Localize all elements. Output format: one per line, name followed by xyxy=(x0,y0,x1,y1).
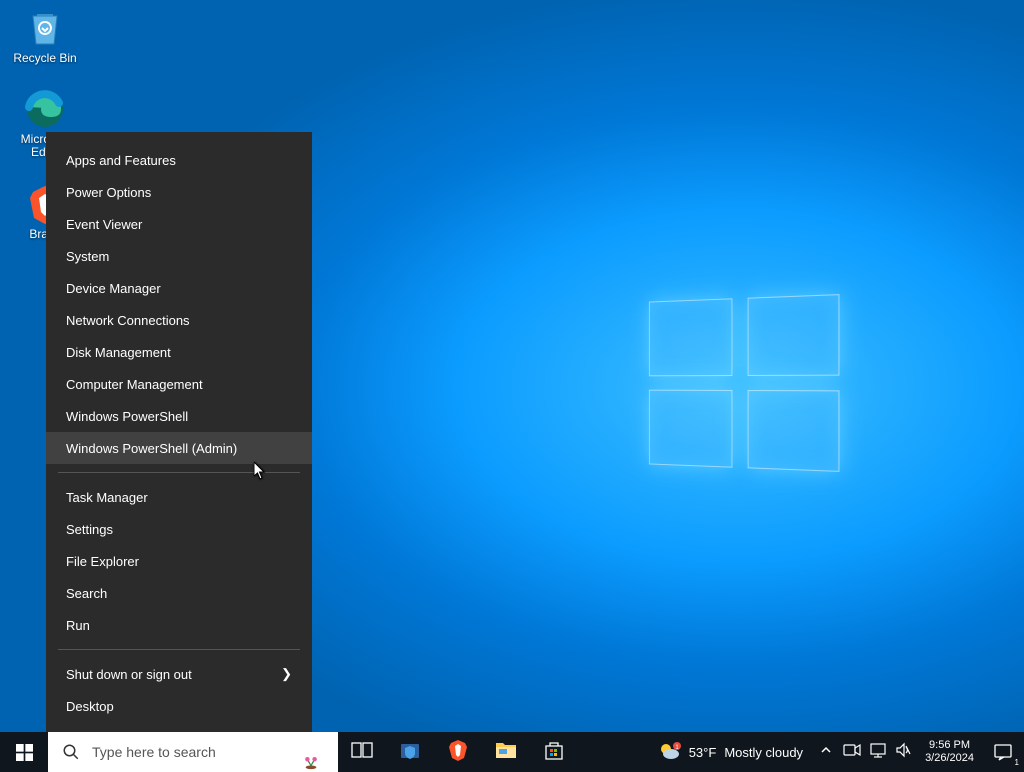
taskbar-search[interactable]: Type here to search xyxy=(48,732,338,772)
winx-item[interactable]: Event Viewer xyxy=(46,208,312,240)
clock-date: 3/26/2024 xyxy=(925,752,974,765)
file-explorer-button[interactable] xyxy=(482,732,530,772)
winx-item[interactable]: Disk Management xyxy=(46,336,312,368)
action-center-button[interactable]: 1 xyxy=(982,732,1024,772)
winx-item[interactable]: Network Connections xyxy=(46,304,312,336)
decorative-plant-icon xyxy=(302,752,320,770)
weather-cloudy-icon: 1 xyxy=(657,740,681,764)
chevron-right-icon: ❯ xyxy=(281,666,292,682)
cursor-icon xyxy=(254,462,268,485)
windows-logo-wallpaper xyxy=(649,294,840,472)
task-view-button[interactable] xyxy=(338,732,386,772)
winx-item[interactable]: Task Manager xyxy=(46,481,312,513)
search-icon xyxy=(62,743,80,761)
weather-temp: 53°F xyxy=(689,745,717,760)
chevron-up-icon xyxy=(820,743,832,761)
volume-icon xyxy=(895,741,913,764)
winx-item-label: Task Manager xyxy=(66,490,148,505)
taskbar-clock[interactable]: 9:56 PM 3/26/2024 xyxy=(917,739,982,765)
winx-item-label: Run xyxy=(66,618,90,633)
winx-item[interactable]: Settings xyxy=(46,513,312,545)
weather-text: Mostly cloudy xyxy=(724,745,803,760)
search-placeholder: Type here to search xyxy=(92,744,216,760)
meet-now-button[interactable] xyxy=(841,732,863,772)
brave-taskbar-button[interactable] xyxy=(434,732,482,772)
winx-item-label: Windows PowerShell (Admin) xyxy=(66,441,237,456)
winx-item[interactable]: Run xyxy=(46,609,312,641)
power-user-menu: Apps and Features Power Options Event View… xyxy=(46,132,312,732)
volume-button[interactable] xyxy=(893,732,915,772)
brave-taskbar-icon xyxy=(446,738,470,767)
winx-item-label: Desktop xyxy=(66,699,114,714)
winx-item-label: Event Viewer xyxy=(66,217,142,232)
winx-item-label: File Explorer xyxy=(66,554,139,569)
winx-item-label: Device Manager xyxy=(66,281,161,296)
chevron-up-button[interactable] xyxy=(815,732,837,772)
winx-item-label: Shut down or sign out xyxy=(66,667,192,682)
network-icon xyxy=(869,741,887,764)
winx-item[interactable]: File Explorer xyxy=(46,545,312,577)
microsoft-store-icon xyxy=(542,738,566,767)
clock-time: 9:56 PM xyxy=(929,739,970,752)
security-button[interactable] xyxy=(386,732,434,772)
winx-item[interactable]: Device Manager xyxy=(46,272,312,304)
winx-item[interactable]: Computer Management xyxy=(46,368,312,400)
winx-item[interactable]: Desktop xyxy=(46,690,312,722)
start-button[interactable] xyxy=(0,732,48,772)
winx-item[interactable]: Windows PowerShell (Admin) xyxy=(46,432,312,464)
edge-icon xyxy=(23,87,67,131)
notification-count: 1 xyxy=(1015,758,1019,767)
desktop-icon-label: Recycle Bin xyxy=(13,52,76,65)
winx-item[interactable]: Shut down or sign out ❯ xyxy=(46,658,312,690)
winx-item[interactable]: Apps and Features xyxy=(46,144,312,176)
winx-item-label: Network Connections xyxy=(66,313,190,328)
winx-item[interactable]: Search xyxy=(46,577,312,609)
recycle-bin-icon xyxy=(23,6,67,50)
weather-widget[interactable]: 1 53°F Mostly cloudy xyxy=(647,732,813,772)
winx-item-label: Computer Management xyxy=(66,377,203,392)
taskbar: Type here to search 1 53°F Mostly cloudy… xyxy=(0,732,1024,772)
winx-item-label: Search xyxy=(66,586,107,601)
winx-item-label: System xyxy=(66,249,109,264)
meet-now-icon xyxy=(843,741,861,764)
task-view-icon xyxy=(351,739,373,766)
winx-item-label: Disk Management xyxy=(66,345,171,360)
notification-icon xyxy=(993,742,1013,762)
menu-separator xyxy=(58,649,300,650)
winx-item[interactable]: Power Options xyxy=(46,176,312,208)
winx-item[interactable]: System xyxy=(46,240,312,272)
microsoft-store-button[interactable] xyxy=(530,732,578,772)
winx-item-label: Power Options xyxy=(66,185,151,200)
security-icon xyxy=(398,738,422,767)
desktop-icon-recycle-bin[interactable]: Recycle Bin xyxy=(8,6,82,65)
winx-item-label: Settings xyxy=(66,522,113,537)
network-button[interactable] xyxy=(867,732,889,772)
file-explorer-icon xyxy=(494,738,518,767)
winx-item-label: Windows PowerShell xyxy=(66,409,188,424)
winx-item[interactable]: Windows PowerShell xyxy=(46,400,312,432)
winx-item-label: Apps and Features xyxy=(66,153,176,168)
